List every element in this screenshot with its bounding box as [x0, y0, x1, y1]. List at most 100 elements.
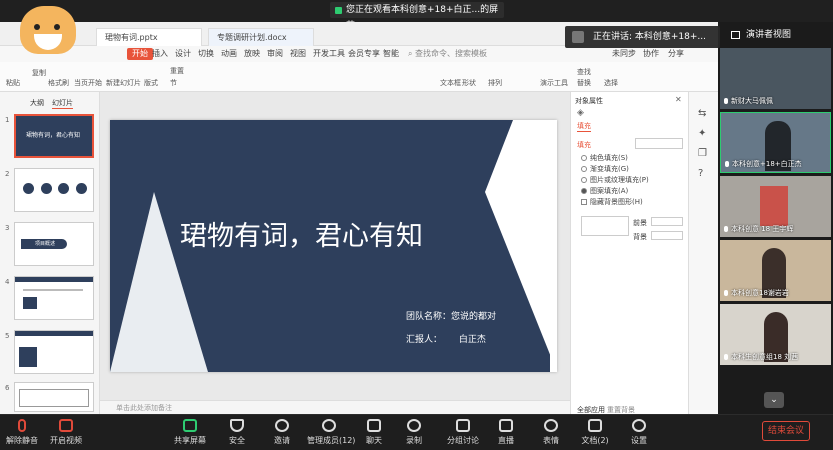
ribbon-tabs: 开始 插入 设计 切换 动画 放映 审阅 视图 开发工具 会员专享 智能 ⌕ 查…	[0, 46, 718, 62]
ribbon-tab-insert[interactable]: 插入	[152, 48, 168, 60]
label-picture: 图片或纹理填充(P)	[590, 176, 649, 184]
breakout-button[interactable]: 分组讨论	[443, 419, 483, 446]
presenter-view-button[interactable]: 演讲者视图	[728, 26, 818, 44]
participant-name-text: 本科创意+18+白正杰	[732, 160, 802, 168]
ribbon-tab-review[interactable]: 审阅	[267, 48, 283, 60]
radio-solid[interactable]	[581, 155, 587, 161]
back-color-picker[interactable]	[651, 231, 683, 240]
record-button[interactable]: 录制	[394, 419, 434, 446]
sticker-mouth	[34, 34, 62, 50]
from-current-button[interactable]: 当页开始	[74, 78, 102, 88]
radio-pattern[interactable]	[581, 188, 587, 194]
ribbon-tab-developer[interactable]: 开发工具	[313, 48, 345, 60]
settings-button[interactable]: 设置	[619, 419, 659, 446]
ribbon-tab-design[interactable]: 设计	[175, 48, 191, 60]
tab-slides[interactable]: 幻灯片	[52, 98, 73, 109]
manage-members-button[interactable]: 管理成员(12)	[307, 419, 355, 446]
replace-button[interactable]: 替换	[577, 78, 591, 88]
reporter-label: 汇报人：	[406, 335, 443, 345]
properties-icon[interactable]: ⇆	[698, 108, 706, 119]
reporter-line[interactable]: 汇报人： 白正杰	[406, 332, 486, 345]
video-tile-3[interactable]: 本科创意 18 王宇辉	[720, 176, 831, 237]
ribbon-tab-home[interactable]: 开始	[127, 48, 153, 60]
new-slide-button[interactable]: 新建幻灯片	[106, 78, 141, 88]
video-button[interactable]: 开启视频	[46, 419, 86, 446]
slide-canvas[interactable]: 珺物有词，君心有知 团队名称：您说的都对 汇报人： 白正杰	[110, 120, 557, 372]
sharing-banner[interactable]: 您正在观看本科创意+18+白正...的屏幕	[330, 2, 504, 31]
notes-bar[interactable]: 单击此处添加备注	[100, 400, 570, 414]
arrange-button[interactable]: 排列	[488, 78, 502, 88]
shape-button[interactable]: 形状	[462, 78, 476, 88]
props-tab-fill[interactable]: 填充	[577, 121, 591, 132]
shared-screen: 珺物有词.pptx 专题调研计划.docx 开始 插入 设计 切换 动画 放映 …	[0, 22, 718, 414]
slide-thumbnail-6[interactable]	[14, 382, 94, 412]
video-tile-4[interactable]: 本科创意18谢岩岩	[720, 240, 831, 301]
fill-dropdown[interactable]	[635, 138, 683, 149]
select-button[interactable]: 选择	[604, 78, 618, 88]
layout-button[interactable]: 版式	[144, 78, 158, 88]
copy-button[interactable]: 复制	[32, 68, 46, 78]
presentation-tools-button[interactable]: 演示工具	[540, 78, 568, 88]
participant-figure	[760, 186, 788, 226]
ribbon-toolbar: 粘贴 复制 格式刷 当页开始 新建幻灯片 版式 节 重置 文本框 形状 排列 演…	[0, 62, 718, 92]
textbox-button[interactable]: 文本框	[440, 78, 461, 88]
ribbon-search[interactable]: ⌕ 查找命令、搜索模板	[408, 48, 487, 60]
slide-thumbnail-4[interactable]	[14, 276, 94, 320]
video-tile-5[interactable]: 本科生创意组18 刘茜	[720, 304, 831, 365]
tab-docx[interactable]: 专题调研计划.docx	[208, 28, 314, 46]
reset-button[interactable]: 重置	[170, 66, 184, 76]
find-button[interactable]: 查找	[577, 67, 591, 77]
slide-thumbnail-5[interactable]	[14, 330, 94, 374]
close-icon[interactable]: ✕	[675, 95, 682, 104]
chat-button[interactable]: 聊天	[354, 419, 394, 446]
help-icon[interactable]: ?	[698, 168, 703, 179]
scroll-down-icon[interactable]: ⌄	[764, 392, 784, 408]
share-doc-button[interactable]: 分享	[668, 48, 684, 60]
documents-button[interactable]: 文档(2)	[575, 419, 615, 446]
tab-docx-label: 专题调研计划.docx	[217, 33, 287, 42]
section-button[interactable]: 节	[170, 78, 177, 88]
live-button[interactable]: 直播	[486, 419, 526, 446]
apply-all-button[interactable]: 全部应用	[577, 405, 605, 414]
paste-button[interactable]: 粘贴	[6, 78, 20, 88]
collaborate-button[interactable]: 协作	[643, 48, 659, 60]
thumb-banner: 项目概述	[21, 239, 67, 249]
slide-thumbnail-3[interactable]: 项目概述	[14, 222, 94, 266]
reset-bg-button[interactable]: 重置背景	[607, 405, 635, 414]
invite-button[interactable]: 邀请	[262, 419, 302, 446]
tab-pptx[interactable]: 珺物有词.pptx	[96, 28, 202, 46]
sync-status[interactable]: 未同步	[612, 48, 636, 60]
ribbon-tab-member[interactable]: 会员专享	[348, 48, 380, 60]
video-tile-2[interactable]: 本科创意+18+白正杰	[720, 112, 831, 173]
mute-button[interactable]: 解除静音	[2, 419, 42, 446]
slide-title[interactable]: 珺物有词，君心有知	[180, 214, 423, 253]
chat-icon	[367, 419, 381, 432]
tab-outline[interactable]: 大纲	[30, 98, 44, 108]
breakout-icon	[456, 419, 470, 432]
ribbon-tab-slideshow[interactable]: 放映	[244, 48, 260, 60]
pattern-preview[interactable]	[581, 216, 629, 236]
radio-picture[interactable]	[581, 177, 587, 183]
slide-thumbnail-2[interactable]	[14, 168, 94, 212]
ribbon-tab-smart[interactable]: 智能	[383, 48, 399, 60]
search-icon: ⌕	[408, 49, 416, 58]
ribbon-tab-view[interactable]: 视图	[290, 48, 306, 60]
end-meeting-button[interactable]: 结束会议	[762, 421, 810, 441]
share-label: 共享屏幕	[174, 436, 206, 445]
pin-icon[interactable]: ✦	[698, 128, 706, 139]
team-line[interactable]: 团队名称：您说的都对	[406, 309, 496, 322]
ribbon-tab-transition[interactable]: 切换	[198, 48, 214, 60]
reaction-button[interactable]: 表情	[531, 419, 571, 446]
chat-label: 聊天	[366, 436, 382, 445]
copy-icon[interactable]: ❐	[698, 148, 707, 159]
slide-number: 4	[5, 278, 10, 286]
share-screen-button[interactable]: 共享屏幕	[170, 419, 210, 446]
format-painter-button[interactable]: 格式刷	[48, 78, 69, 88]
security-button[interactable]: 安全	[217, 419, 257, 446]
ribbon-tab-animation[interactable]: 动画	[221, 48, 237, 60]
slide-thumbnail-1[interactable]: 珺物有词，君心有知	[14, 114, 94, 158]
video-tile-1[interactable]: 新财大马佩佩	[720, 48, 831, 109]
hide-bg-checkbox[interactable]	[581, 199, 587, 205]
fore-color-picker[interactable]	[651, 217, 683, 226]
radio-gradient[interactable]	[581, 166, 587, 172]
